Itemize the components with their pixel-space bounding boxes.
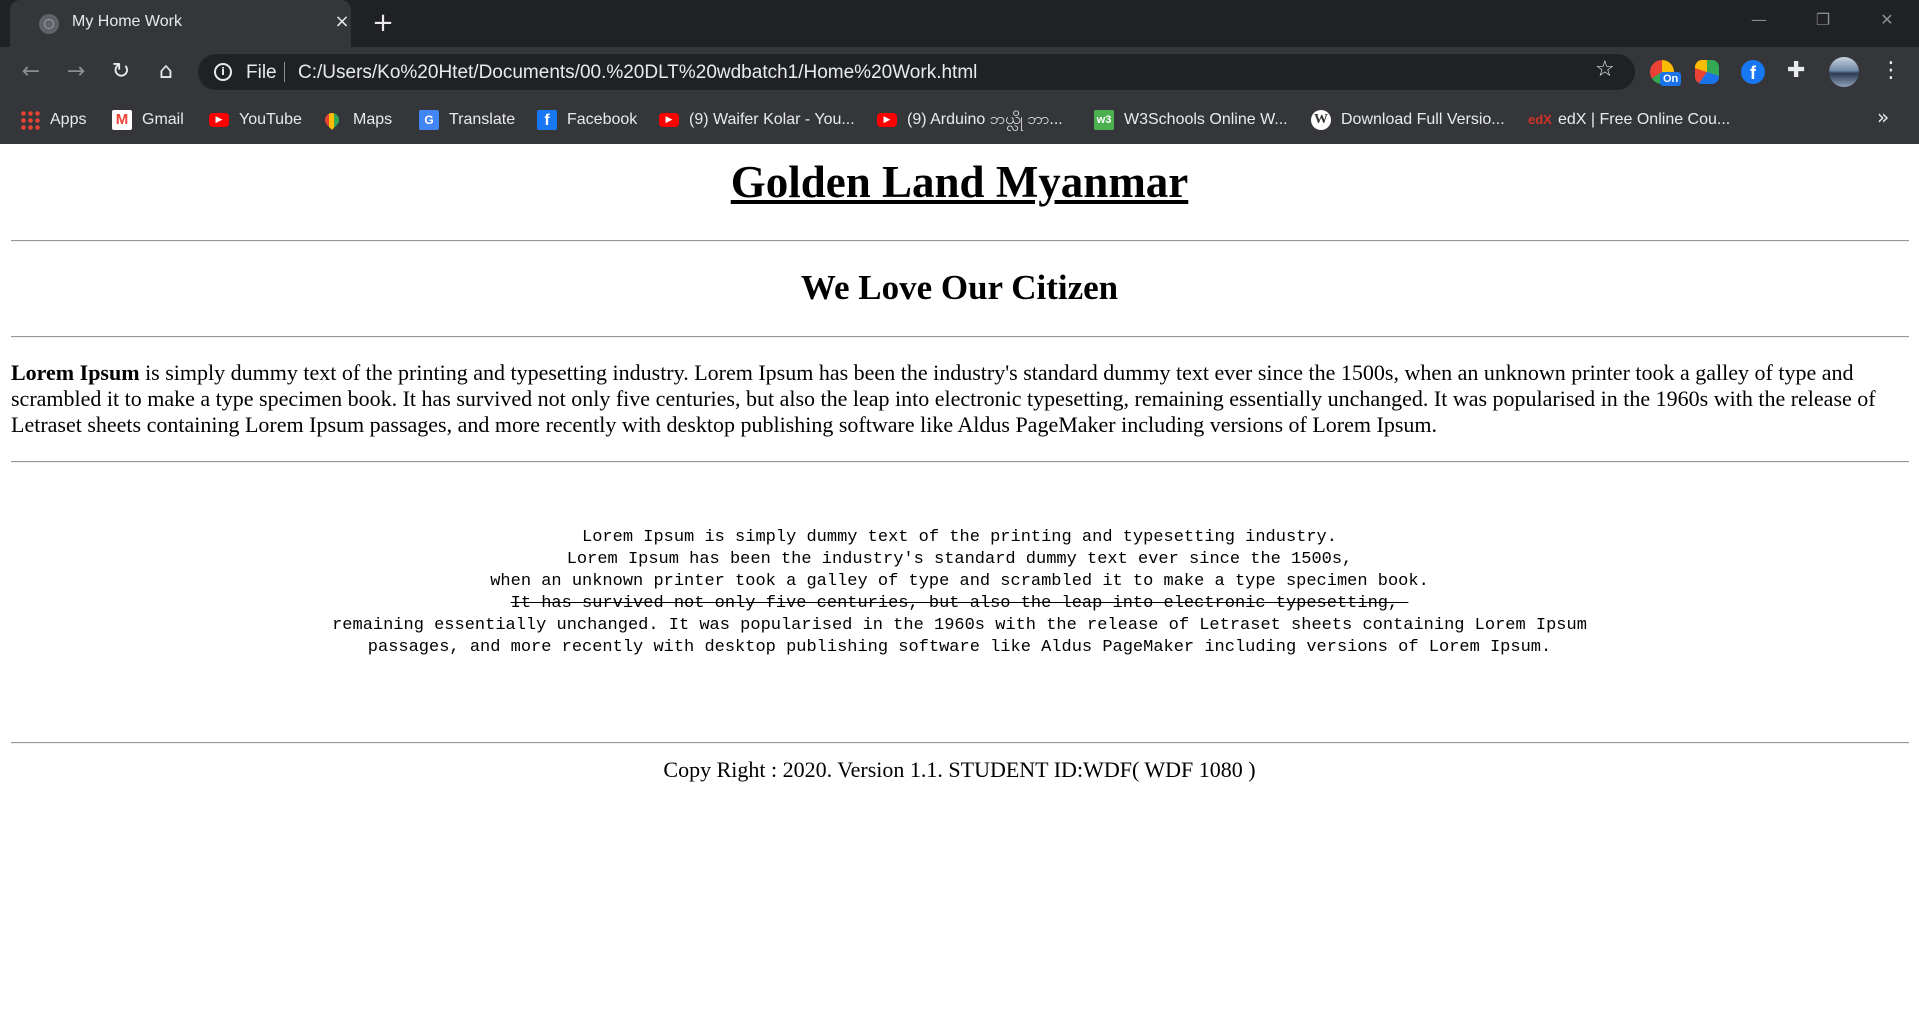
youtube-icon: ▶ <box>659 113 679 127</box>
facebook-icon: f <box>537 110 557 130</box>
bookmark-w3schools[interactable]: w3 W3Schools Online W... <box>1094 108 1288 132</box>
pre-line: passages, and more recently with desktop… <box>367 638 1552 657</box>
pre-line: when an unknown printer took a galley of… <box>490 572 1429 591</box>
back-button[interactable]: ← <box>15 56 47 88</box>
new-tab-button[interactable]: + <box>368 8 398 38</box>
wordpress-icon: W <box>1311 110 1331 130</box>
divider <box>11 240 1909 242</box>
bookmark-translate[interactable]: G Translate <box>419 108 515 132</box>
bookmark-apps[interactable]: Apps <box>20 108 86 132</box>
forward-button[interactable]: → <box>60 56 92 88</box>
browser-toolbar: ← → ↻ ⌂ i File C:/Users/Ko%20Htet/Docume… <box>0 47 1919 97</box>
intro-paragraph: Lorem Ipsum is simply dummy text of the … <box>11 360 1909 438</box>
kebab-menu-icon[interactable]: ⋮ <box>1880 57 1902 85</box>
bookmark-maps[interactable]: Maps <box>322 108 393 132</box>
page-subtitle: We Love Our Citizen <box>800 268 1119 307</box>
bookmark-label: (9) Waifer Kolar - You... <box>689 111 855 128</box>
colorful-extension-icon[interactable] <box>1695 60 1719 84</box>
paragraph-bold-lead: Lorem Ipsum <box>11 360 140 385</box>
preformatted-text: Lorem Ipsum is simply dummy text of the … <box>0 527 1919 659</box>
close-tab-icon[interactable]: × <box>330 10 354 34</box>
bookmark-label: YouTube <box>239 111 302 128</box>
pre-line: Lorem Ipsum has been the industry's stan… <box>566 550 1353 569</box>
bookmark-facebook[interactable]: f Facebook <box>537 108 637 132</box>
paragraph-text: is simply dummy text of the printing and… <box>11 360 1876 437</box>
bookmark-label: Translate <box>449 111 516 128</box>
bookmarks-bar: Apps M Gmail ▶ YouTube Maps G Translate … <box>0 97 1919 144</box>
divider <box>11 336 1909 338</box>
translate-icon: G <box>419 110 439 130</box>
bookmark-label: Facebook <box>567 111 638 128</box>
omnibox-divider <box>284 62 285 82</box>
address-bar[interactable]: i File C:/Users/Ko%20Htet/Documents/00.%… <box>198 54 1635 90</box>
page-content: Golden Land Myanmar We Love Our Citizen … <box>0 144 1919 1028</box>
url-scheme-label: File <box>246 62 277 83</box>
bookmark-youtube[interactable]: ▶ YouTube <box>209 108 302 132</box>
facebook-extension-icon[interactable]: f <box>1741 60 1765 84</box>
site-info-icon[interactable]: i <box>214 63 232 81</box>
globe-icon <box>39 14 59 34</box>
bookmark-wordpress[interactable]: W Download Full Versio... <box>1311 108 1505 132</box>
tab-my-home-work[interactable]: My Home Work × <box>10 0 351 47</box>
extension-badge: On <box>1660 72 1682 86</box>
bookmark-label: Apps <box>50 111 87 128</box>
tab-strip: My Home Work × + — ❐ ✕ <box>0 0 1919 47</box>
bookmark-label: Gmail <box>142 111 184 128</box>
maps-pin-icon <box>322 110 342 130</box>
more-bookmarks-icon[interactable]: » <box>1877 105 1889 129</box>
home-button[interactable]: ⌂ <box>150 56 182 88</box>
page-title: Golden Land Myanmar <box>730 157 1189 207</box>
divider <box>11 461 1909 463</box>
profile-avatar[interactable] <box>1829 57 1859 87</box>
pre-line-strikethrough: It has survived not only five centuries,… <box>510 594 1409 613</box>
youtube-icon: ▶ <box>877 113 897 127</box>
bookmark-arduino[interactable]: ▶ (9) Arduino ဘယ္လို ဘာ... <box>877 108 1063 132</box>
on-extension-icon[interactable]: On <box>1650 60 1682 86</box>
bookmark-waifer-kolar[interactable]: ▶ (9) Waifer Kolar - You... <box>659 108 855 132</box>
bookmark-label: Download Full Versio... <box>1341 111 1505 128</box>
edx-icon: edX <box>1528 112 1552 127</box>
footer-copyright: Copy Right : 2020. Version 1.1. STUDENT … <box>663 757 1256 782</box>
bookmark-edx[interactable]: edX edX | Free Online Cou... <box>1528 108 1730 132</box>
close-window-button[interactable]: ✕ <box>1865 5 1909 35</box>
maximize-button[interactable]: ❐ <box>1801 5 1845 35</box>
pre-line: Lorem Ipsum is simply dummy text of the … <box>582 528 1337 547</box>
bookmark-label: Maps <box>353 111 393 128</box>
pre-line: remaining essentially unchanged. It was … <box>332 616 1587 635</box>
youtube-icon: ▶ <box>209 113 229 127</box>
bookmark-label: (9) Arduino ဘယ္လို ဘာ... <box>907 111 1063 128</box>
minimize-button[interactable]: — <box>1737 5 1781 35</box>
w3schools-icon: w3 <box>1094 110 1114 130</box>
url-text[interactable]: C:/Users/Ko%20Htet/Documents/00.%20DLT%2… <box>298 62 977 84</box>
bookmark-label: W3Schools Online W... <box>1124 111 1288 128</box>
gmail-icon: M <box>112 110 132 130</box>
reload-button[interactable]: ↻ <box>105 56 137 88</box>
bookmark-star-icon[interactable]: ☆ <box>1595 57 1615 82</box>
tab-title: My Home Work <box>72 13 182 30</box>
divider <box>11 742 1909 744</box>
apps-grid-icon <box>20 110 40 130</box>
extensions-puzzle-icon[interactable]: ✚ <box>1787 58 1805 83</box>
bookmark-gmail[interactable]: M Gmail <box>112 108 184 132</box>
bookmark-label: edX | Free Online Cou... <box>1558 111 1731 128</box>
